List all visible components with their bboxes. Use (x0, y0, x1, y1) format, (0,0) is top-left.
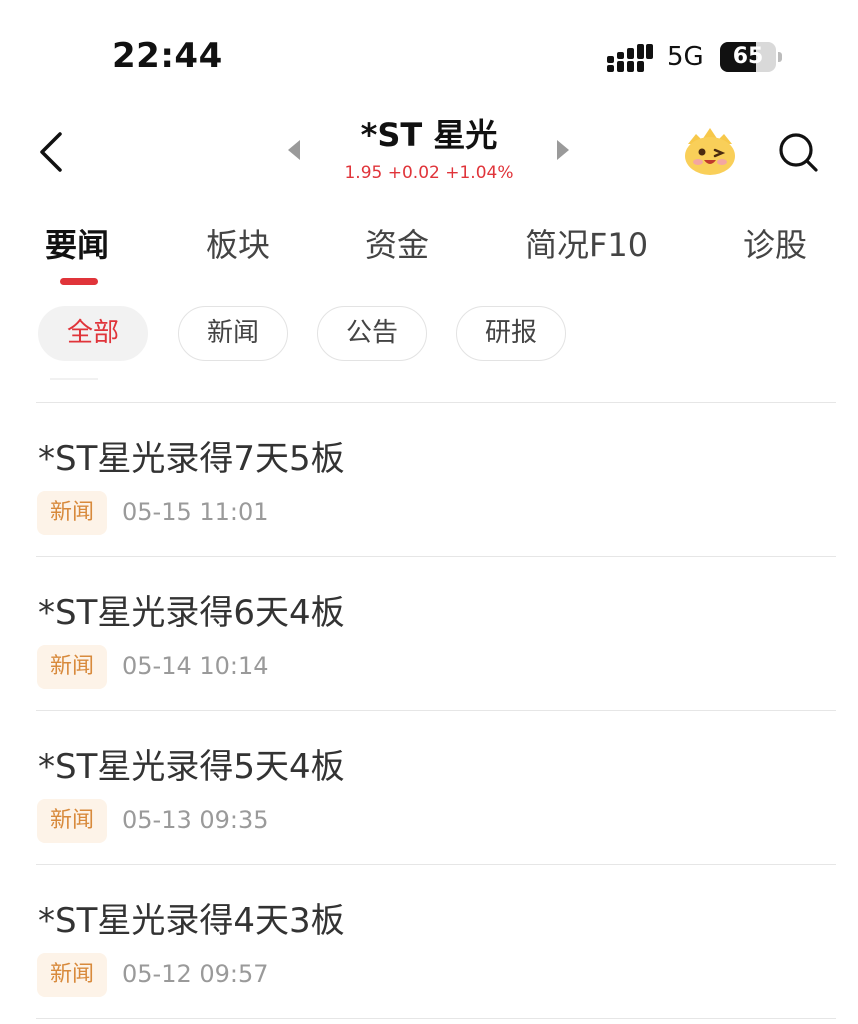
stock-quote: 1.95 +0.02 +1.04% (344, 163, 514, 183)
news-time: 05-12 09:57 (122, 960, 269, 988)
news-item[interactable]: *ST星光录得4天3板 新闻 05-12 09:57 (0, 865, 858, 1019)
tab-profile-f10[interactable]: 简况F10 (525, 220, 648, 266)
active-tab-indicator (60, 278, 98, 285)
filter-all[interactable]: 全部 (38, 306, 148, 361)
prev-stock-icon[interactable] (286, 140, 302, 160)
news-time: 05-13 09:35 (122, 806, 269, 834)
filter-announcement[interactable]: 公告 (317, 306, 427, 361)
signal-icon (607, 44, 653, 72)
news-item[interactable]: *ST星光录得5天4板 新闻 05-13 09:35 (0, 711, 858, 865)
tab-diagnosis[interactable]: 诊股 (743, 220, 807, 266)
news-title: *ST星光录得5天4板 (38, 747, 345, 787)
tab-sector[interactable]: 板块 (206, 220, 270, 266)
news-title: *ST星光录得4天3板 (38, 901, 345, 941)
news-time: 05-14 10:14 (122, 652, 269, 680)
battery-level: 65 (732, 44, 764, 69)
tab-capital[interactable]: 资金 (365, 220, 429, 266)
news-tag-badge: 新闻 (37, 491, 107, 535)
status-time: 22:44 (112, 36, 223, 76)
news-tag-badge: 新闻 (37, 953, 107, 997)
news-item[interactable]: *ST星光录得6天4板 新闻 05-14 10:14 (0, 557, 858, 711)
stock-name: *ST 星光 (360, 116, 498, 154)
network-type: 5G (667, 42, 704, 72)
mascot-icon[interactable] (682, 126, 738, 176)
news-tag-badge: 新闻 (37, 799, 107, 843)
news-title: *ST星光录得7天5板 (38, 439, 345, 479)
news-tag-badge: 新闻 (37, 645, 107, 689)
back-icon[interactable] (36, 130, 68, 174)
next-stock-icon[interactable] (555, 140, 571, 160)
news-item[interactable]: *ST星光录得7天5板 新闻 05-15 11:01 (0, 403, 858, 557)
tab-news[interactable]: 要闻 (45, 220, 109, 266)
battery-indicator: 65 (720, 42, 784, 72)
filter-news[interactable]: 新闻 (178, 306, 288, 361)
scroll-remnant (50, 378, 98, 380)
search-icon[interactable] (776, 130, 820, 174)
filter-research[interactable]: 研报 (456, 306, 566, 361)
divider (36, 1018, 836, 1019)
news-time: 05-15 11:01 (122, 498, 269, 526)
main-tabs: 要闻 板块 资金 简况F10 诊股 (0, 220, 858, 300)
news-title: *ST星光录得6天4板 (38, 593, 345, 633)
